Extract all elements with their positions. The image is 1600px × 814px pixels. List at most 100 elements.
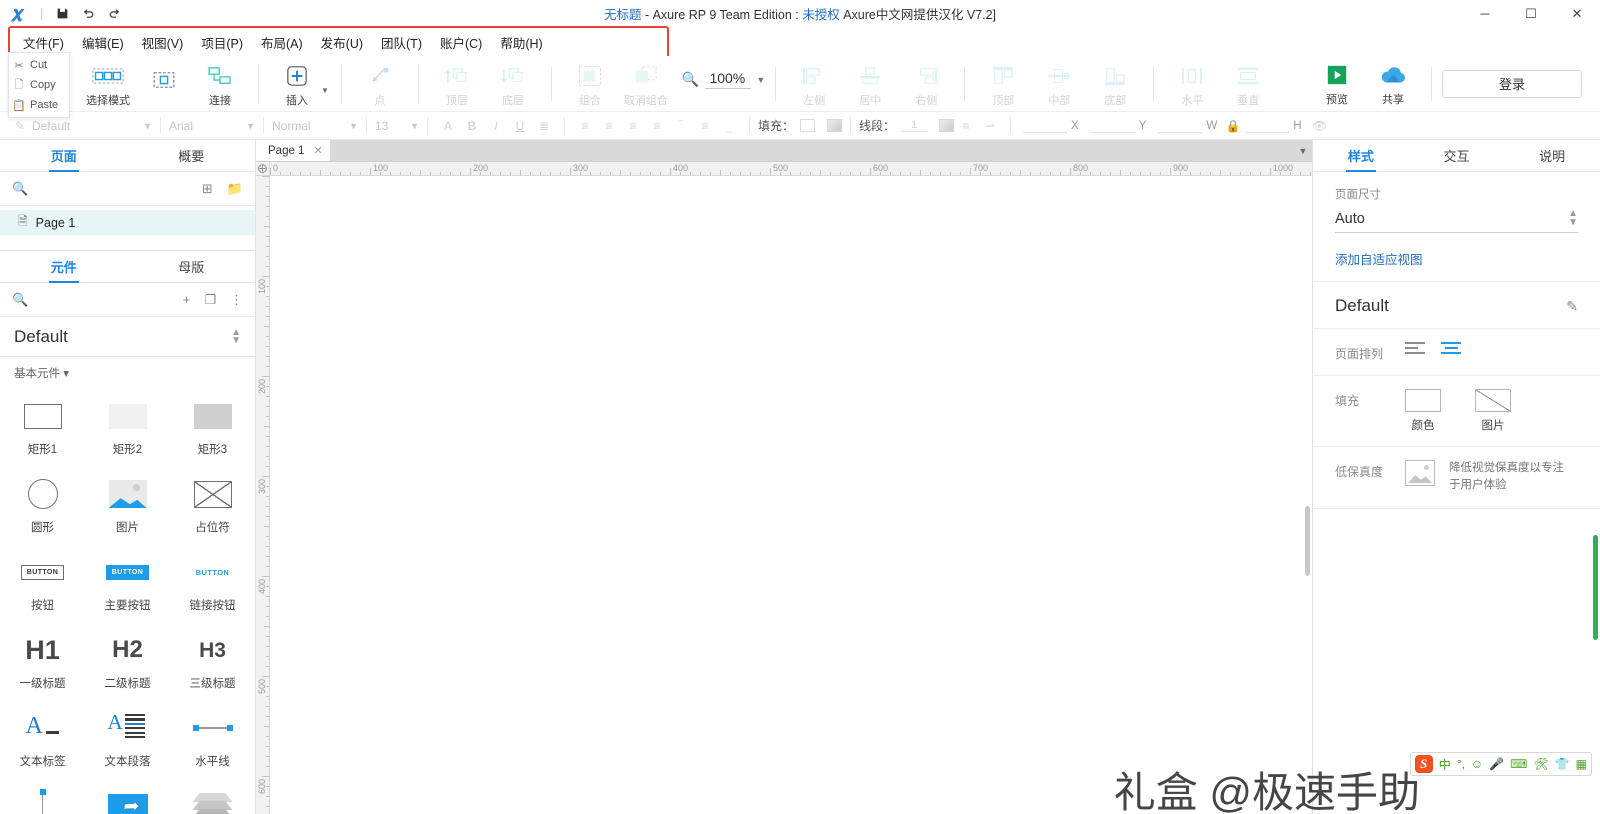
- paste-menu-item[interactable]: 📋 Paste: [9, 95, 69, 115]
- redo-icon[interactable]: [101, 3, 127, 25]
- horizontal-ruler[interactable]: 0 100 200 300 400 500 600 700 800 900 1000: [270, 162, 1312, 176]
- origin-icon[interactable]: ⨁: [256, 162, 270, 176]
- line-color-swatch[interactable]: [939, 119, 955, 132]
- punctuation-icon[interactable]: °,: [1457, 757, 1465, 771]
- widget-h3[interactable]: H3 三级标题: [170, 619, 255, 697]
- widget-rect3[interactable]: 矩形3: [170, 385, 255, 463]
- widget-vertical-line[interactable]: 垂直线: [0, 775, 85, 814]
- preview-button[interactable]: 预览: [1309, 59, 1365, 109]
- y-input[interactable]: [1090, 118, 1135, 133]
- menu-team[interactable]: 团队(T): [372, 30, 431, 55]
- widget-h1[interactable]: H1 一级标题: [0, 619, 85, 697]
- widget-horizontal-line[interactable]: 水平线: [170, 697, 255, 775]
- align-left-icon[interactable]: [1405, 342, 1425, 355]
- microphone-icon[interactable]: 🎤: [1489, 757, 1504, 771]
- widget-placeholder[interactable]: 占位符: [170, 463, 255, 541]
- add-page-icon[interactable]: ⊞: [202, 181, 213, 197]
- tab-widgets[interactable]: 元件: [0, 251, 128, 282]
- save-icon[interactable]: [49, 3, 75, 25]
- insert-button[interactable]: 插入: [269, 60, 325, 110]
- widget-text-label[interactable]: A 文本标签: [0, 697, 85, 775]
- tab-notes[interactable]: 说明: [1504, 140, 1600, 171]
- valign-bottom-button[interactable]: _: [717, 116, 741, 136]
- line-arrow-button[interactable]: ⇀: [978, 116, 1002, 136]
- menu-edit[interactable]: 编辑(E): [73, 30, 133, 55]
- vertical-ruler[interactable]: 100 200 300 400 500 600: [256, 176, 270, 814]
- w-input[interactable]: [1158, 118, 1203, 133]
- copy-menu-item[interactable]: 🗋 Copy: [9, 75, 69, 95]
- insert-dropdown-caret-icon[interactable]: ▼: [321, 72, 329, 95]
- apps-icon[interactable]: ▦: [1576, 757, 1587, 771]
- h-input[interactable]: [1245, 118, 1290, 133]
- undo-icon[interactable]: [75, 3, 101, 25]
- canvas-tab-page-1[interactable]: Page 1 ✕: [256, 140, 330, 161]
- eye-icon[interactable]: 👁: [1308, 116, 1332, 136]
- zoom-control[interactable]: 🔍 100% ▼: [682, 58, 765, 110]
- menu-help[interactable]: 帮助(H): [491, 30, 551, 55]
- align-center-button[interactable]: ≡: [597, 116, 621, 136]
- menu-account[interactable]: 账户(C): [431, 30, 491, 55]
- plus-icon[interactable]: +: [183, 292, 191, 308]
- underline-button[interactable]: U: [508, 116, 532, 136]
- menu-view[interactable]: 视图(V): [133, 30, 193, 55]
- cut-menu-item[interactable]: ✂ Cut: [9, 55, 69, 75]
- font-family-select[interactable]: Arial ▼: [169, 117, 255, 135]
- select-mode-single-button[interactable]: [136, 60, 192, 110]
- widget-text-paragraph[interactable]: A 文本段落: [85, 697, 170, 775]
- tab-masters[interactable]: 母版: [128, 251, 256, 282]
- toolbox-icon[interactable]: 🛠: [1533, 757, 1548, 771]
- canvas-vertical-scrollbar[interactable]: [1305, 506, 1310, 576]
- library-select[interactable]: Default ▲ ▼: [0, 317, 255, 357]
- fill-image-option[interactable]: 图片: [1475, 389, 1511, 433]
- bold-button[interactable]: B: [460, 116, 484, 136]
- search-icon[interactable]: 🔍: [12, 292, 28, 308]
- edit-style-icon[interactable]: ✎: [1566, 298, 1578, 315]
- widget-button[interactable]: BUTTON 按钮: [0, 541, 85, 619]
- tab-outline[interactable]: 概要: [128, 140, 256, 171]
- connect-button[interactable]: 连接: [192, 60, 248, 110]
- font-size-select[interactable]: 13 ▼: [375, 117, 419, 135]
- align-left-button[interactable]: ≡: [573, 116, 597, 136]
- menu-publish[interactable]: 发布(U): [312, 30, 372, 55]
- zoom-caret-icon[interactable]: ▼: [756, 75, 765, 85]
- login-button[interactable]: 登录: [1442, 69, 1582, 98]
- widget-circle[interactable]: 圆形: [0, 463, 85, 541]
- widget-section-title[interactable]: 基本元件 ▾: [0, 357, 255, 385]
- widget-rect2[interactable]: 矩形2: [85, 385, 170, 463]
- close-icon[interactable]: ✕: [313, 144, 322, 157]
- select-mode-button[interactable]: 选择模式: [80, 60, 136, 110]
- font-weight-select[interactable]: Normal ▼: [272, 117, 358, 135]
- close-button[interactable]: ✕: [1554, 0, 1600, 28]
- design-canvas[interactable]: [270, 176, 1312, 814]
- line-style-button[interactable]: ≡: [954, 116, 978, 136]
- widget-hotspot[interactable]: ➦ 热区: [85, 775, 170, 814]
- align-justify-button[interactable]: ≡: [645, 116, 669, 136]
- sogou-logo-icon[interactable]: S: [1414, 755, 1433, 773]
- ime-mode-toggle[interactable]: 中: [1439, 756, 1451, 773]
- menu-layout[interactable]: 布局(A): [252, 30, 312, 55]
- lock-icon[interactable]: 🔒: [1221, 116, 1245, 136]
- fill-color-option[interactable]: 颜色: [1405, 389, 1441, 433]
- share-button[interactable]: 共享: [1365, 59, 1421, 109]
- font-color-button[interactable]: A: [436, 116, 460, 136]
- widget-primary-button[interactable]: BUTTON 主要按钮: [85, 541, 170, 619]
- more-vertical-icon[interactable]: ⋮: [230, 292, 243, 308]
- add-folder-icon[interactable]: 📁: [227, 181, 243, 197]
- tab-strip-caret-icon[interactable]: ▼: [1294, 140, 1312, 161]
- widget-grid-container[interactable]: 矩形1 矩形2 矩形3 圆形 图片 占位符 BUTTON 按钮 BUTTON 主…: [0, 385, 255, 814]
- emoji-icon[interactable]: ☺: [1471, 757, 1483, 771]
- italic-button[interactable]: I: [484, 116, 508, 136]
- fill-gradient-swatch[interactable]: [827, 119, 843, 132]
- minimize-button[interactable]: ─: [1462, 0, 1508, 28]
- align-center-icon[interactable]: [1441, 342, 1461, 355]
- menu-file[interactable]: 文件(F): [14, 30, 73, 55]
- keyboard-icon[interactable]: ⌨: [1510, 757, 1527, 771]
- page-size-select[interactable]: Auto ▲ ▼: [1335, 209, 1578, 233]
- search-icon[interactable]: 🔍: [12, 181, 28, 197]
- x-input[interactable]: [1023, 118, 1068, 133]
- style-select[interactable]: Default ▼: [32, 117, 152, 135]
- fill-color-swatch[interactable]: [800, 119, 816, 132]
- zoom-value[interactable]: 100%: [705, 70, 752, 89]
- page-item-page-1[interactable]: 🗎 Page 1: [0, 210, 255, 235]
- widget-link-button[interactable]: BUTTON 链接按钮: [170, 541, 255, 619]
